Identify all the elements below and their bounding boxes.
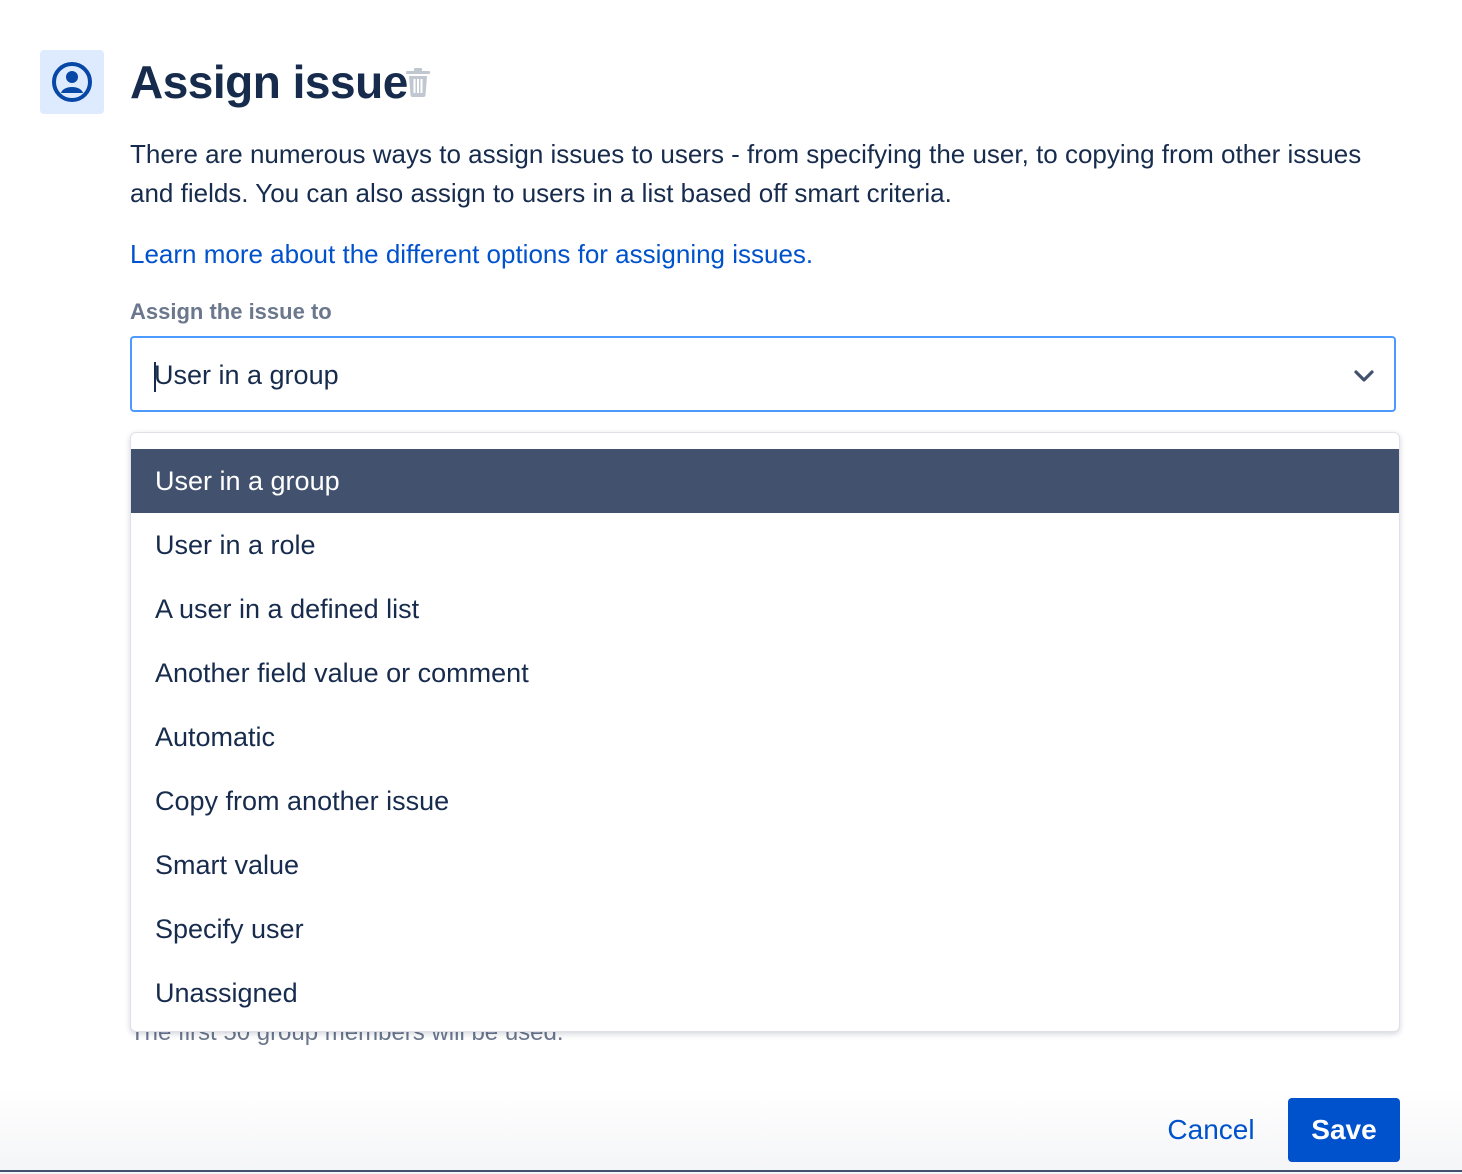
description-text: There are numerous ways to assign issues… [130, 139, 1362, 208]
option-user-in-role[interactable]: User in a role [131, 513, 1399, 577]
option-copy-from-issue[interactable]: Copy from another issue [131, 769, 1399, 833]
page-title: Assign issue [130, 56, 408, 108]
chevron-down-icon[interactable] [1350, 362, 1378, 390]
option-automatic[interactable]: Automatic [131, 705, 1399, 769]
option-field-value-or-comment[interactable]: Another field value or comment [131, 641, 1399, 705]
option-user-in-defined-list[interactable]: A user in a defined list [131, 577, 1399, 641]
option-specify-user[interactable]: Specify user [131, 897, 1399, 961]
learn-more-link[interactable]: Learn more about the different options f… [130, 234, 813, 274]
assign-options-menu: User in a group User in a role A user in… [130, 432, 1400, 1032]
assign-field-label: Assign the issue to [130, 299, 332, 324]
save-button[interactable]: Save [1288, 1098, 1400, 1162]
action-icon-box [40, 50, 104, 114]
assign-select-value: User in a group [154, 360, 339, 390]
user-circle-icon [52, 62, 92, 102]
option-smart-value[interactable]: Smart value [131, 833, 1399, 897]
option-unassigned[interactable]: Unassigned [131, 961, 1399, 1025]
option-user-in-group[interactable]: User in a group [131, 449, 1399, 513]
footer-divider [0, 1170, 1462, 1172]
cancel-button[interactable]: Cancel [1150, 1098, 1272, 1162]
assign-issue-page: Assign issue There are numerous ways to … [0, 0, 1462, 1174]
assign-select[interactable]: User in a group [130, 336, 1396, 412]
trash-icon[interactable] [404, 66, 432, 98]
